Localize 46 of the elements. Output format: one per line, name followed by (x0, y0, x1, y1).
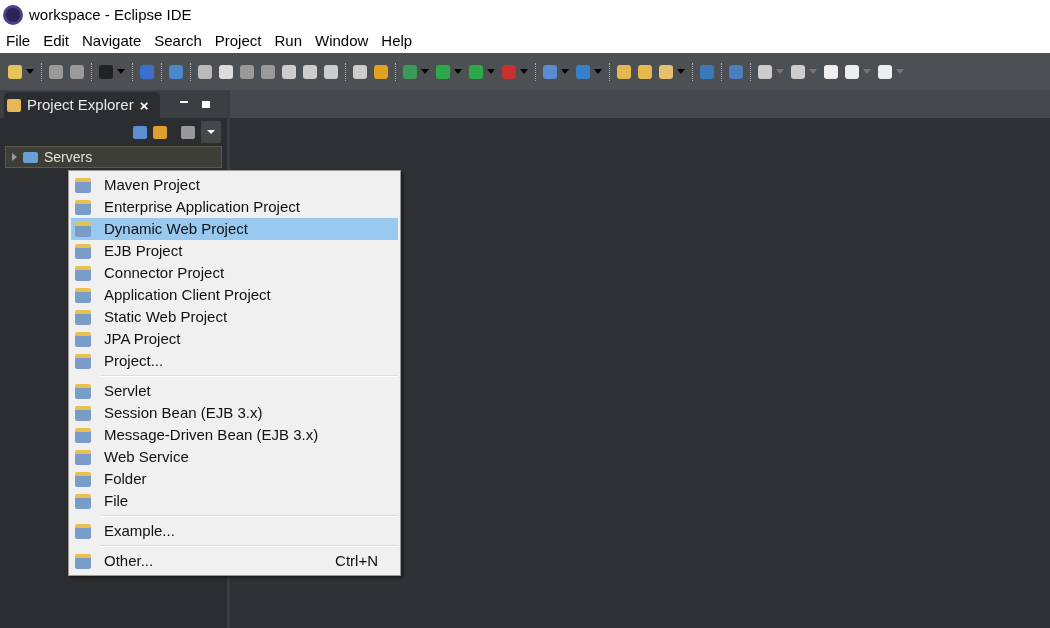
menu-item[interactable]: Maven Project (71, 174, 398, 196)
menu-item[interactable]: Dynamic Web Project (71, 218, 398, 240)
menu-item[interactable]: Connector Project (71, 262, 398, 284)
dropdown-caret-icon[interactable] (677, 69, 685, 74)
menu-item[interactable]: JPA Project (71, 328, 398, 350)
menu-item[interactable]: Example... (71, 520, 398, 542)
menu-item[interactable]: Enterprise Application Project (71, 196, 398, 218)
collapsed-arrow-icon[interactable] (12, 153, 17, 161)
menu-item[interactable]: Project (214, 30, 262, 53)
menu-item[interactable]: Navigate (82, 30, 142, 53)
view-tab-title[interactable]: Project Explorer (27, 93, 134, 117)
close-button[interactable]: × (139, 97, 149, 113)
app-logo-icon (3, 5, 23, 25)
menu-item[interactable]: Static Web Project (71, 306, 398, 328)
menu-item[interactable]: Other... Ctrl+N (71, 550, 398, 572)
menu-item[interactable]: Application Client Project (71, 284, 398, 306)
dropdown-caret-icon[interactable] (421, 69, 429, 74)
tree-item[interactable]: Servers (5, 146, 222, 168)
window-title: workspace - Eclipse IDE (29, 4, 192, 25)
menu-item[interactable]: Project... (71, 350, 398, 372)
dropdown-caret-icon[interactable] (863, 69, 871, 74)
tree-item-label: Servers (44, 147, 93, 167)
menu-item[interactable]: Web Service (71, 446, 398, 468)
menu-item[interactable]: File (6, 30, 31, 53)
dropdown-caret-icon[interactable] (520, 69, 528, 74)
menu-item[interactable]: Window (315, 30, 369, 53)
menu-item[interactable]: Run (274, 30, 302, 53)
menu-item[interactable]: Edit (43, 30, 70, 53)
menu-item[interactable]: Folder (71, 468, 398, 490)
dropdown-caret-icon[interactable] (561, 69, 569, 74)
menu-item[interactable]: Session Bean (EJB 3.x) (71, 402, 398, 424)
dropdown-caret-icon[interactable] (896, 69, 904, 74)
dropdown-caret-icon[interactable] (594, 69, 602, 74)
dropdown-caret-icon[interactable] (454, 69, 462, 74)
menu-item[interactable]: Servlet (71, 380, 398, 402)
dropdown-caret-icon[interactable] (809, 69, 817, 74)
menu-item[interactable]: Message-Driven Bean (EJB 3.x) (71, 424, 398, 446)
dropdown-caret-icon[interactable] (487, 69, 495, 74)
dropdown-caret-icon[interactable] (117, 69, 125, 74)
view-menu-button[interactable] (201, 121, 221, 143)
menu-item[interactable]: EJB Project (71, 240, 398, 262)
dropdown-caret-icon[interactable] (776, 69, 784, 74)
menu-item[interactable]: Search (154, 30, 202, 53)
dropdown-caret-icon[interactable] (26, 69, 34, 74)
menu-item[interactable]: File (71, 490, 398, 512)
menu-item[interactable]: Help (381, 30, 413, 53)
